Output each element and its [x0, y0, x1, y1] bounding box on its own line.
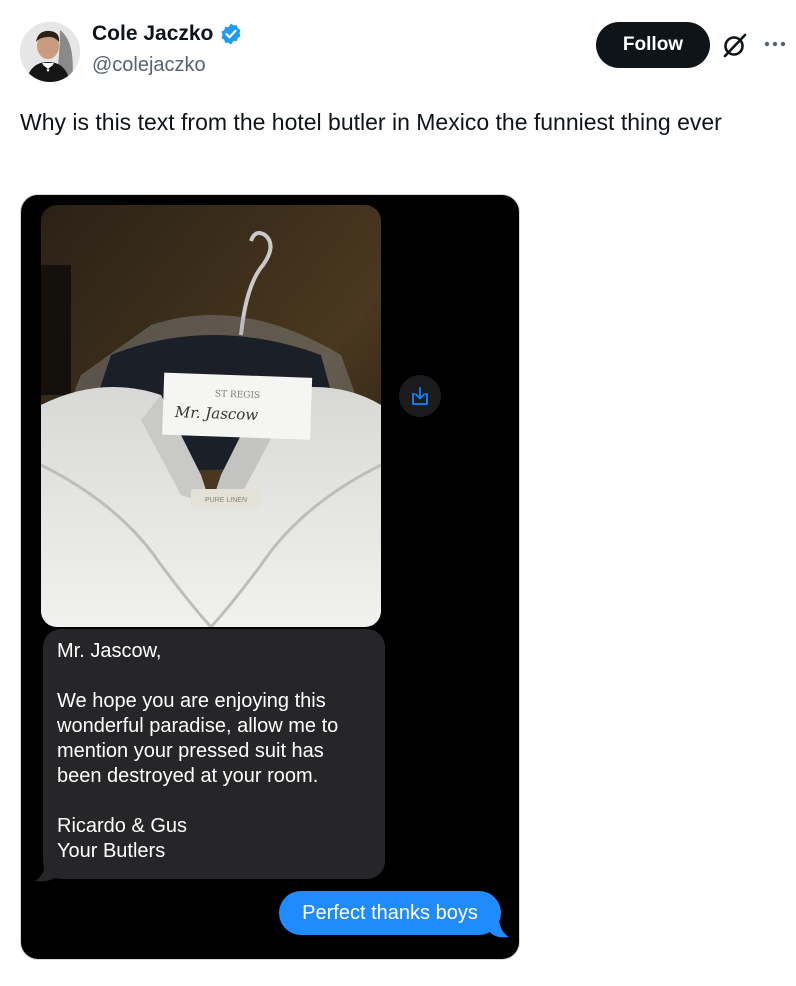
- shirt-label-text: PURE LINEN: [205, 497, 247, 504]
- outgoing-message: Perfect thanks boys: [279, 891, 501, 935]
- verified-badge-icon[interactable]: [219, 22, 243, 46]
- more-icon[interactable]: [762, 34, 788, 54]
- follow-button[interactable]: Follow: [596, 22, 710, 68]
- tweet-text: Why is this text from the hotel butler i…: [20, 109, 722, 135]
- tag-name-text: Mr. Jascow: [174, 403, 259, 424]
- shirt-photo[interactable]: PURE LINEN ST REGIS Mr. Jascow: [41, 205, 381, 627]
- author-name-row[interactable]: Cole Jaczko: [92, 22, 243, 46]
- download-icon: [412, 387, 428, 405]
- grok-icon[interactable]: [722, 32, 748, 58]
- save-image-button[interactable]: [399, 375, 441, 417]
- author-name[interactable]: Cole Jaczko: [92, 22, 213, 46]
- tweet-media[interactable]: PURE LINEN ST REGIS Mr. Jascow Mr. Jasco…: [20, 194, 520, 960]
- outgoing-bubble-tail: [489, 917, 509, 938]
- message-signature-line1: Ricardo & Gus: [57, 815, 188, 837]
- tag-brand-text: ST REGIS: [215, 389, 261, 401]
- avatar[interactable]: [20, 22, 80, 82]
- author-handle[interactable]: @colejaczko: [92, 54, 206, 77]
- incoming-message: Mr. Jascow, We hope you are enjoying thi…: [43, 629, 385, 879]
- incoming-bubble-tail: [35, 861, 57, 882]
- message-greeting: Mr. Jascow,: [57, 640, 162, 662]
- message-body: We hope you are enjoying this wonderful …: [57, 690, 339, 787]
- avatar-image: [20, 22, 80, 82]
- message-signature-line2: Your Butlers: [57, 840, 166, 862]
